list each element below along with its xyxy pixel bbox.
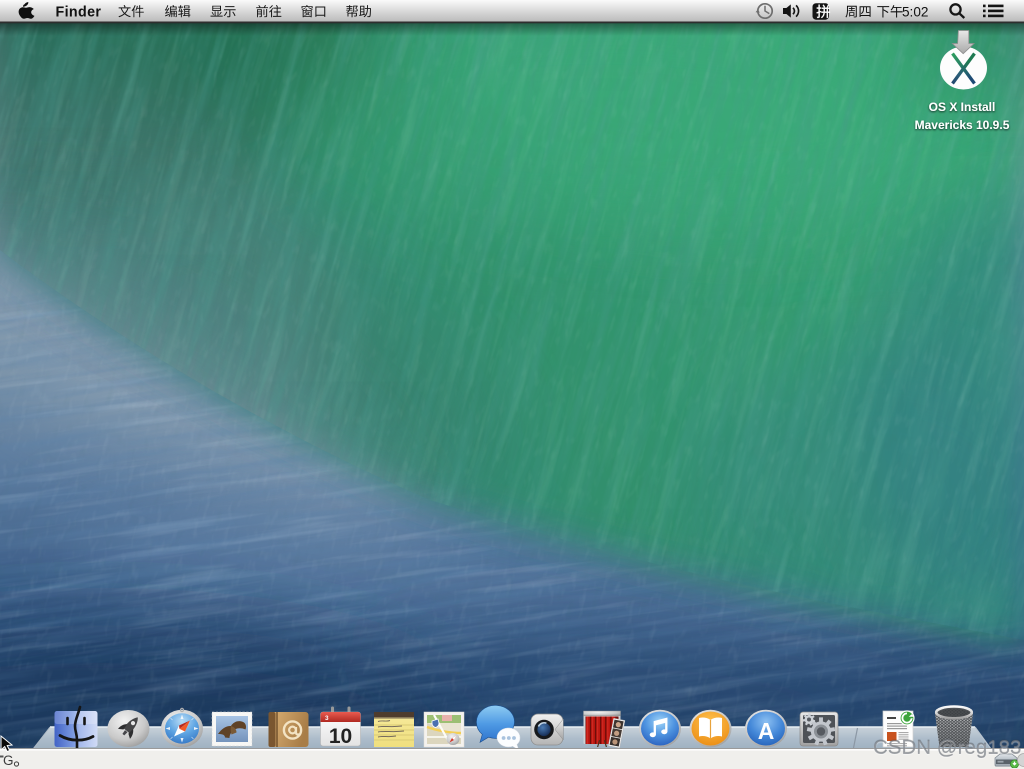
svg-text:10: 10 xyxy=(329,725,352,748)
svg-text:OS X Install: OS X Install xyxy=(929,100,996,114)
svg-text:Finder: Finder xyxy=(56,4,102,20)
svg-text:5:02: 5:02 xyxy=(902,5,928,20)
svg-text:Mavericks 10.9.5: Mavericks 10.9.5 xyxy=(915,118,1010,132)
svg-text:3: 3 xyxy=(325,715,329,722)
svg-text:G: G xyxy=(3,753,14,768)
svg-text:A: A xyxy=(758,718,775,744)
